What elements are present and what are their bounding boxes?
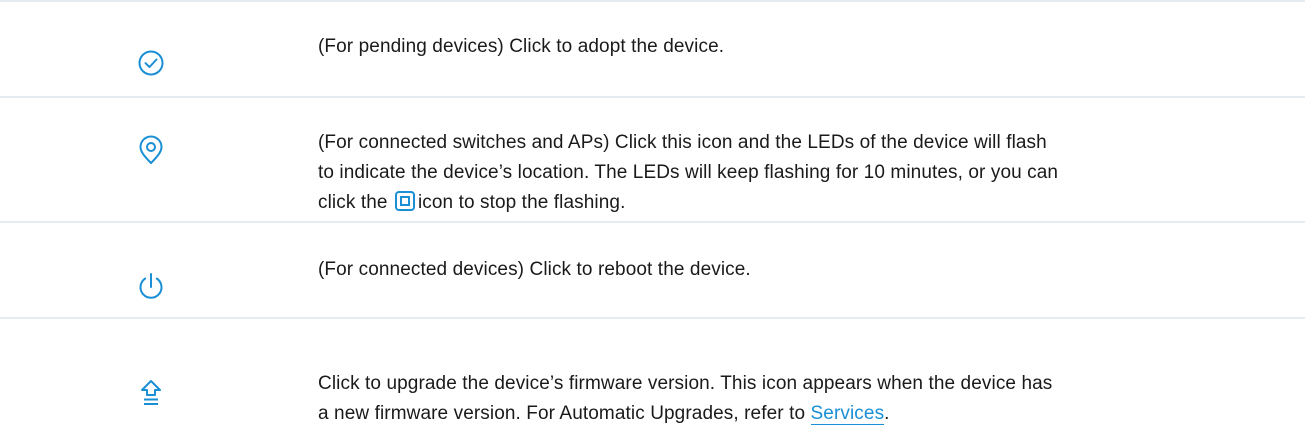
description-line: click the icon to stop the flashing. — [318, 188, 1285, 218]
table-row: (For connected switches and APs) Click t… — [0, 96, 1305, 221]
upgrade-icon[interactable] — [138, 379, 164, 407]
description: Click to upgrade the device’s firmware v… — [318, 319, 1305, 427]
icon-cell — [0, 319, 318, 427]
icon-description-table: (For pending devices) Click to adopt the… — [0, 0, 1305, 427]
description-text: click the — [318, 192, 388, 213]
stop-square-icon[interactable] — [394, 191, 415, 211]
description-text: (For pending devices) Click to adopt the… — [318, 36, 725, 57]
power-icon[interactable] — [138, 272, 164, 302]
description-text: icon to stop the flashing. — [417, 192, 626, 213]
description-text: . — [884, 403, 890, 424]
check-circle-icon[interactable] — [138, 50, 164, 76]
icon-cell — [0, 223, 318, 317]
table-row: Click to upgrade the device’s firmware v… — [0, 317, 1305, 427]
description: (For pending devices) Click to adopt the… — [318, 2, 1305, 96]
description: (For connected switches and APs) Click t… — [318, 98, 1305, 221]
description-line: Click to upgrade the device’s firmware v… — [318, 373, 1053, 394]
table-row: (For pending devices) Click to adopt the… — [0, 0, 1305, 96]
icon-cell — [0, 2, 318, 96]
description-line: a new firmware version. For Automatic Up… — [318, 399, 1285, 429]
description-text: (For connected devices) Click to reboot … — [318, 259, 751, 280]
description-text: a new firmware version. For Automatic Up… — [318, 403, 806, 424]
locate-icon[interactable] — [138, 135, 164, 165]
description-line: (For connected switches and APs) Click t… — [318, 132, 1047, 153]
description-line: to indicate the device’s location. The L… — [318, 162, 1059, 183]
services-link[interactable]: Services — [810, 403, 885, 425]
icon-cell — [0, 98, 318, 221]
table-row: (For connected devices) Click to reboot … — [0, 221, 1305, 317]
description: (For connected devices) Click to reboot … — [318, 223, 1305, 317]
